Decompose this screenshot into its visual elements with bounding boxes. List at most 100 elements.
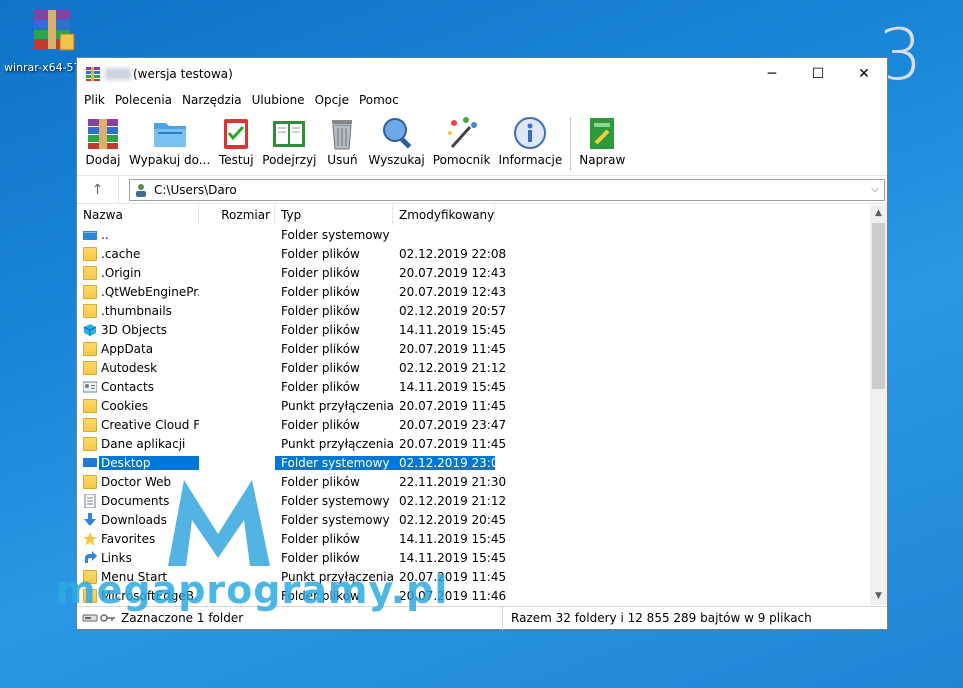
- file-name: ..: [101, 227, 109, 242]
- status-total: Razem 32 foldery i 12 855 289 bajtów w 9…: [511, 611, 812, 625]
- menu-polecenia[interactable]: Polecenia: [110, 93, 177, 107]
- file-row[interactable]: Contacts Folder plików 14.11.2019 15:45: [77, 377, 887, 396]
- file-row[interactable]: Creative Cloud F... Folder plików 20.07.20…: [77, 415, 887, 434]
- file-name-cell[interactable]: Contacts: [77, 380, 199, 394]
- file-name-cell[interactable]: Dane aplikacji: [77, 436, 199, 451]
- file-row[interactable]: Cookies Punkt przyłączenia... 20.07.2019 1…: [77, 396, 887, 415]
- file-name: Contacts: [101, 379, 154, 394]
- file-modified: 02.12.2019 21:12: [399, 493, 507, 508]
- wizard-button[interactable]: Pomocnik: [429, 113, 495, 167]
- title-bar[interactable]: (wersja testowa) ─ ☐ ✕: [77, 58, 887, 90]
- file-modified: 14.11.2019 15:45: [399, 322, 507, 337]
- parent-folder-icon: [83, 228, 101, 242]
- add-button[interactable]: Dodaj: [81, 113, 125, 167]
- column-size[interactable]: Rozmiar: [199, 205, 275, 225]
- file-name-cell[interactable]: Desktop: [77, 455, 199, 470]
- file-row[interactable]: Links Folder plików 14.11.2019 15:45: [77, 548, 887, 567]
- file-type: Folder plików: [281, 588, 360, 603]
- file-name-cell[interactable]: Autodesk: [77, 360, 199, 375]
- file-row[interactable]: 3D Objects Folder plików 14.11.2019 15:45: [77, 320, 887, 339]
- winrar-window: (wersja testowa) ─ ☐ ✕ Plik Polecenia Na…: [76, 57, 888, 630]
- find-button[interactable]: Wyszukaj: [364, 113, 428, 167]
- file-name: .cache: [101, 246, 141, 261]
- file-name-cell[interactable]: Links: [77, 550, 199, 565]
- vertical-scrollbar[interactable]: ▲ ▼: [870, 205, 887, 605]
- folder-icon: [83, 569, 101, 584]
- file-name-cell[interactable]: Documents: [77, 493, 199, 508]
- file-modified: 20.07.2019 11:45: [399, 398, 507, 413]
- file-name-cell[interactable]: ..: [77, 228, 199, 242]
- menu-bar: Plik Polecenia Narzędzia Ulubione Opcje …: [77, 90, 887, 110]
- close-button[interactable]: ✕: [841, 58, 887, 90]
- file-name-cell[interactable]: Menu Start: [77, 569, 199, 584]
- file-row[interactable]: Menu Start Punkt przyłączenia... 20.07.201…: [77, 567, 887, 586]
- menu-narzedzia[interactable]: Narzędzia: [177, 93, 247, 107]
- view-button[interactable]: Podejrzyj: [258, 113, 320, 167]
- file-name-cell[interactable]: MicrosoftEdgeB...: [77, 588, 199, 603]
- file-row[interactable]: Desktop Folder systemowy 02.12.2019 23:08: [77, 453, 887, 472]
- file-row[interactable]: Downloads Folder systemowy 02.12.2019 20:4…: [77, 510, 887, 529]
- minimize-button[interactable]: ─: [749, 58, 795, 90]
- repair-button[interactable]: Napraw: [575, 113, 629, 167]
- file-row[interactable]: AppData Folder plików 20.07.2019 11:45: [77, 339, 887, 358]
- maximize-button[interactable]: ☐: [795, 58, 841, 90]
- file-type: Folder plików: [281, 303, 360, 318]
- file-name-cell[interactable]: .thumbnails: [77, 303, 199, 318]
- file-row[interactable]: .QtWebEnginePr... Folder plików 20.07.2019…: [77, 282, 887, 301]
- file-modified: 02.12.2019 23:08: [393, 455, 506, 470]
- file-row[interactable]: .Origin Folder plików 20.07.2019 12:43: [77, 263, 887, 282]
- file-name-cell[interactable]: Downloads: [77, 512, 199, 527]
- chevron-down-icon[interactable]: ⌵: [866, 184, 884, 195]
- test-button[interactable]: Testuj: [214, 113, 258, 167]
- drive-key-icons[interactable]: [77, 613, 121, 623]
- file-modified: 20.07.2019 11:45: [399, 341, 507, 356]
- scroll-up-icon[interactable]: ▲: [870, 205, 887, 222]
- toolbar-separator: [570, 117, 572, 171]
- file-name-cell[interactable]: Creative Cloud F...: [77, 417, 199, 432]
- file-row[interactable]: Favorites Folder plików 14.11.2019 15:45: [77, 529, 887, 548]
- file-name-cell[interactable]: Doctor Web: [77, 474, 199, 489]
- column-type[interactable]: Typ: [275, 205, 393, 225]
- file-type: Folder plików: [281, 379, 360, 394]
- up-arrow-icon[interactable]: ↑: [77, 175, 119, 204]
- file-name-cell[interactable]: Cookies: [77, 398, 199, 413]
- file-row[interactable]: Autodesk Folder plików 02.12.2019 21:12: [77, 358, 887, 377]
- file-name: MicrosoftEdgeB...: [101, 588, 199, 603]
- delete-label: Usuń: [327, 153, 358, 167]
- file-row[interactable]: Doctor Web Folder plików 22.11.2019 21:30: [77, 472, 887, 491]
- file-name-cell[interactable]: .QtWebEnginePr...: [77, 284, 199, 299]
- column-modified[interactable]: Zmodyfikowany: [393, 205, 495, 225]
- file-row[interactable]: MicrosoftEdgeB... Folder plików 20.07.2019…: [77, 586, 887, 605]
- info-button[interactable]: Informacje: [494, 113, 566, 167]
- repair-icon: [584, 115, 620, 151]
- file-modified: 20.07.2019 11:45: [399, 436, 507, 451]
- menu-opcje[interactable]: Opcje: [310, 93, 354, 107]
- delete-button[interactable]: Usuń: [320, 113, 364, 167]
- column-name[interactable]: Nazwa: [77, 205, 199, 225]
- file-name-cell[interactable]: .cache: [77, 246, 199, 261]
- scroll-down-icon[interactable]: ▼: [870, 588, 887, 605]
- desktop-winrar-installer[interactable]: winrar-x64-57: [4, 8, 84, 74]
- scrollbar-thumb[interactable]: [872, 223, 885, 389]
- drive-icon: [82, 614, 98, 622]
- menu-ulubione[interactable]: Ulubione: [247, 93, 310, 107]
- view-label: Podejrzyj: [262, 153, 317, 167]
- file-name-cell[interactable]: AppData: [77, 341, 199, 356]
- file-modified: 20.07.2019 11:45: [399, 569, 507, 584]
- file-row[interactable]: .cache Folder plików 02.12.2019 22:08: [77, 244, 887, 263]
- extract-button[interactable]: Wypakuj do...: [125, 113, 214, 167]
- menu-pomoc[interactable]: Pomoc: [354, 93, 404, 107]
- file-row[interactable]: .thumbnails Folder plików 02.12.2019 20:57: [77, 301, 887, 320]
- repair-label: Napraw: [579, 153, 626, 167]
- file-name-cell[interactable]: .Origin: [77, 265, 199, 280]
- file-name-cell[interactable]: Favorites: [77, 531, 199, 546]
- file-row[interactable]: Dane aplikacji Punkt przyłączenia... 20.07…: [77, 434, 887, 453]
- info-icon: [512, 115, 548, 151]
- file-type: Folder systemowy: [281, 227, 390, 242]
- file-row[interactable]: .. Folder systemowy: [77, 225, 887, 244]
- path-field[interactable]: C:\Users\Daro ⌵: [129, 178, 885, 201]
- file-name-cell[interactable]: 3D Objects: [77, 323, 199, 337]
- file-modified: 14.11.2019 15:45: [399, 550, 507, 565]
- file-row[interactable]: Documents Folder systemowy 02.12.2019 21:1…: [77, 491, 887, 510]
- menu-plik[interactable]: Plik: [79, 93, 110, 107]
